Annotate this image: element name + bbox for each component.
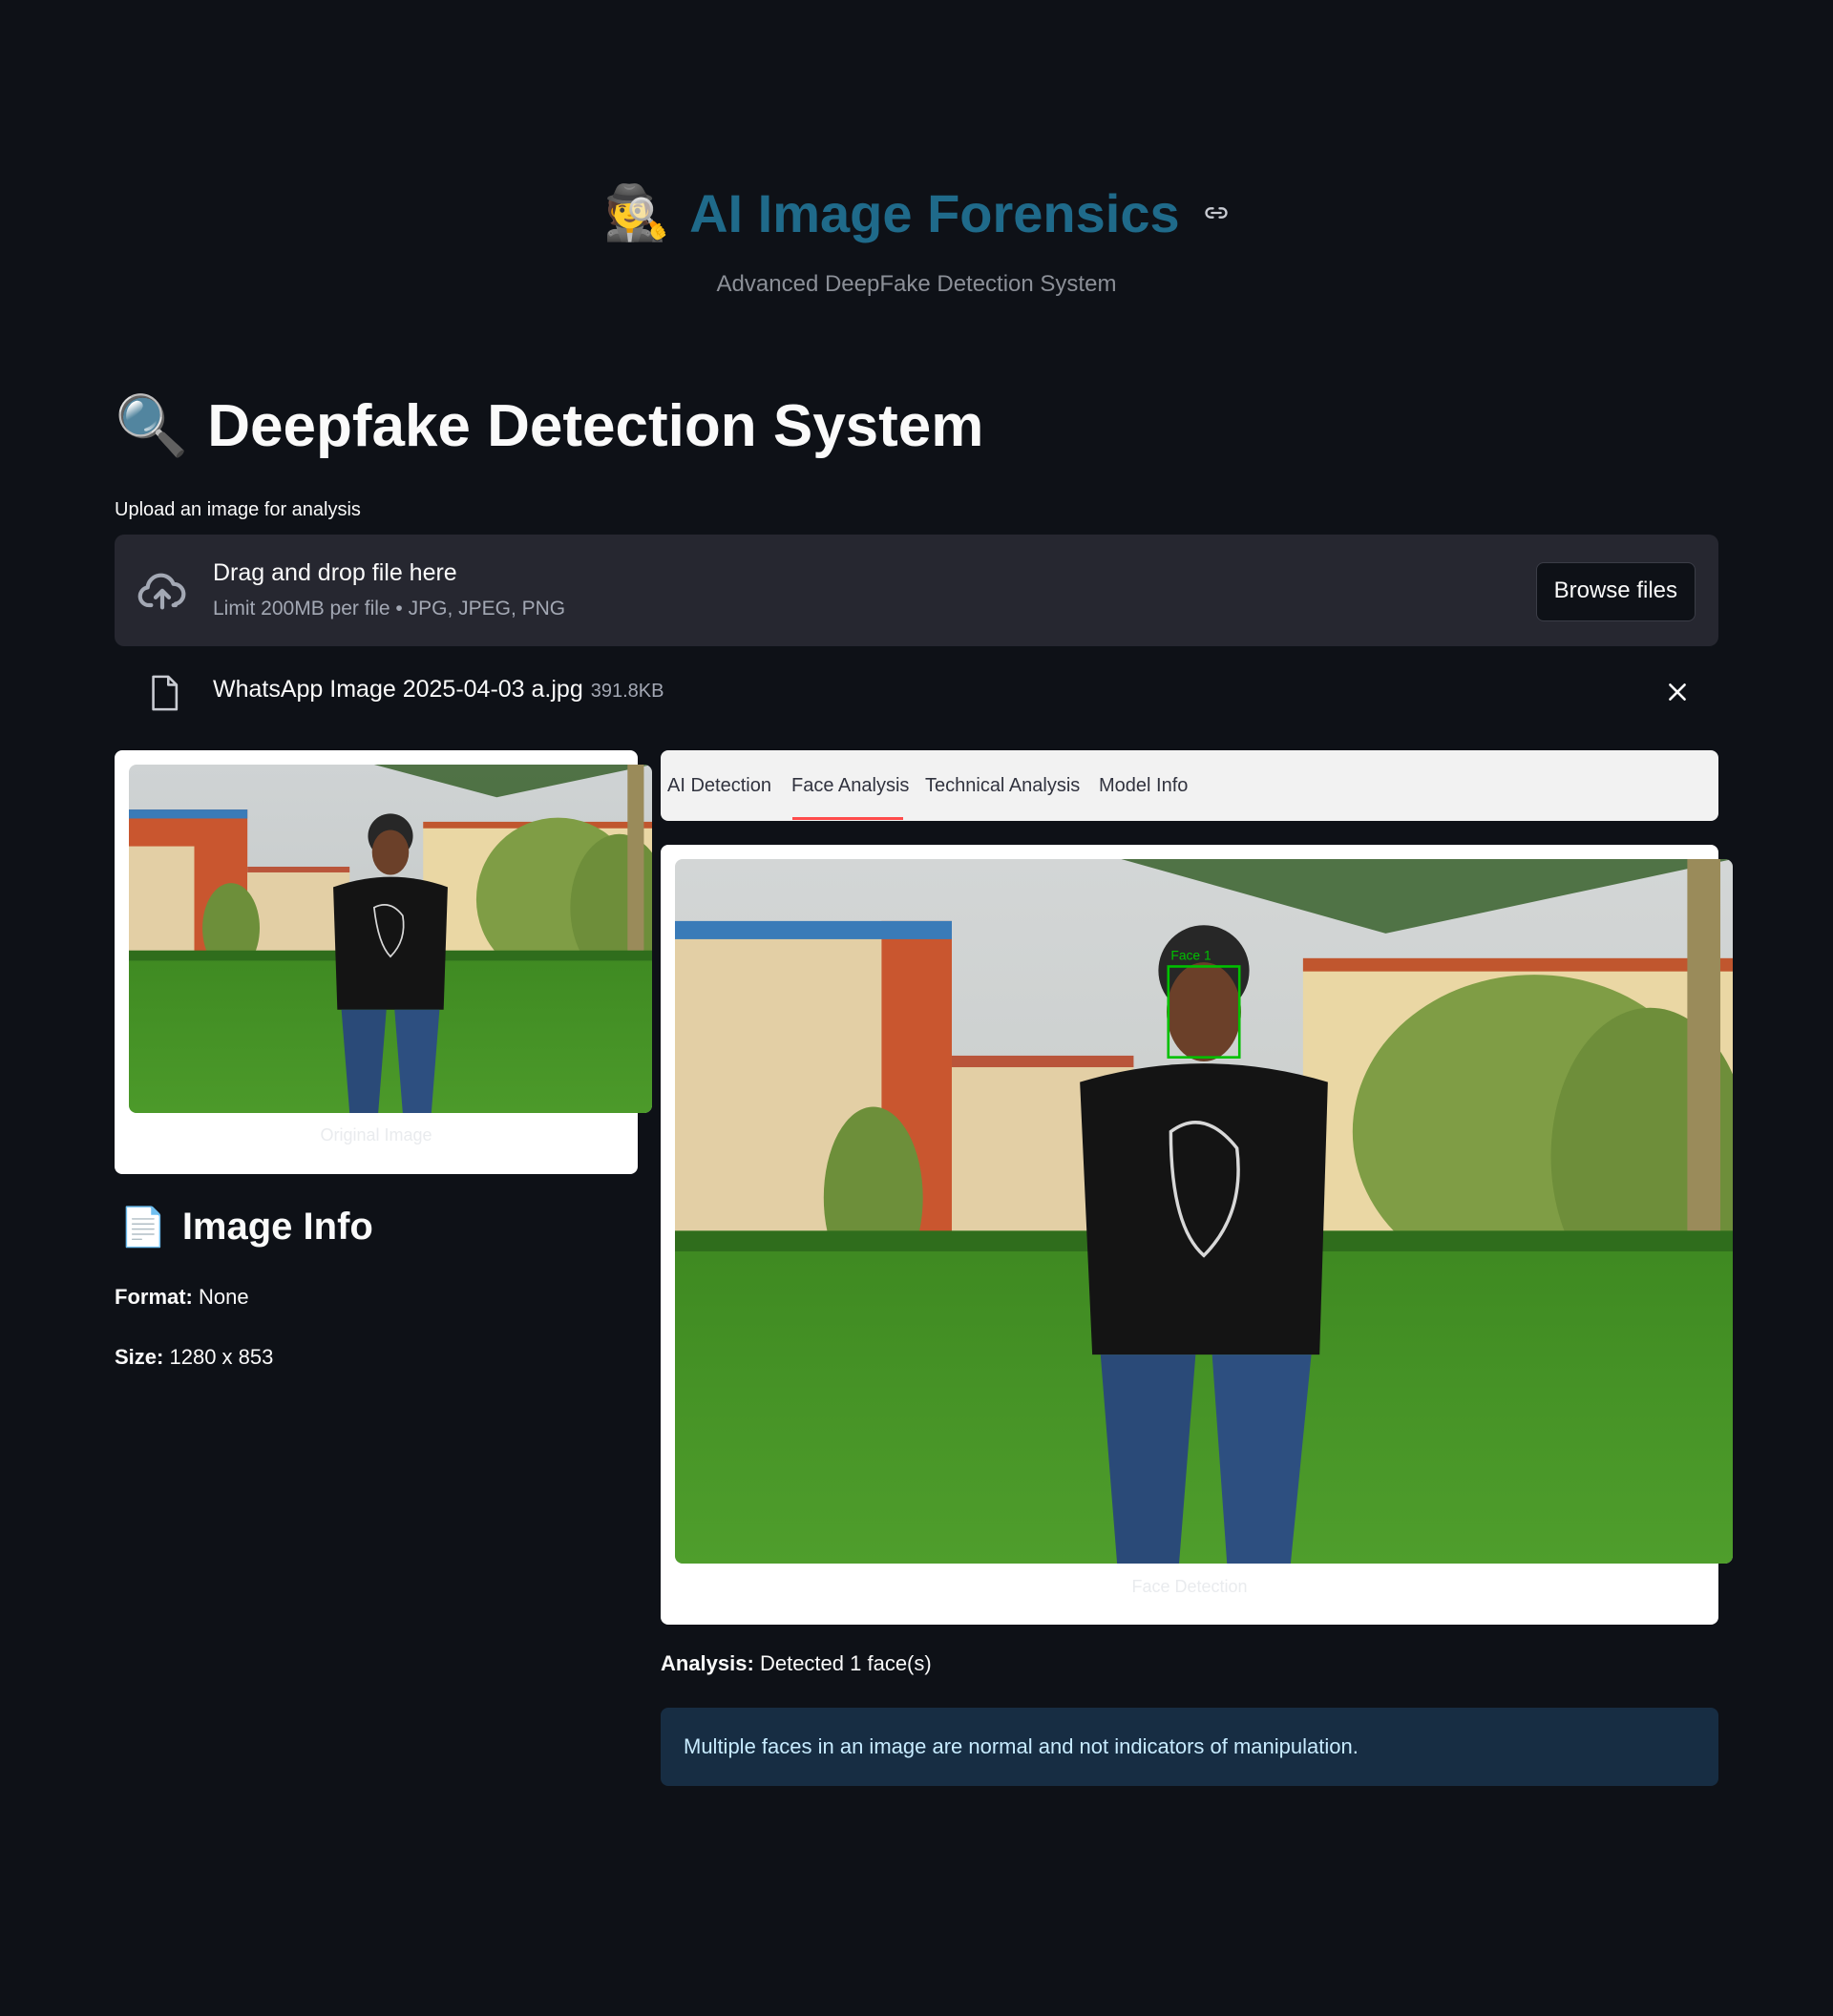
file-size: 391.8KB (590, 681, 664, 702)
info-alert-text: Multiple faces in an image are normal an… (684, 1734, 1359, 1758)
dropzone-title: Drag and drop file here (213, 559, 457, 586)
face-detection-caption: Face Detection (1131, 1577, 1248, 1596)
remove-file-icon[interactable] (1665, 680, 1690, 704)
original-image-caption: Original Image (320, 1125, 432, 1144)
app-title: 🕵️ AI Image Forensics (603, 181, 1229, 244)
face-detection-image: Face 1 (675, 859, 1733, 1564)
format-label: Format: (115, 1285, 193, 1309)
uploaded-file-row: WhatsApp Image 2025-04-03 a.jpg 391.8KB (115, 668, 1718, 716)
browse-files-button[interactable]: Browse files (1535, 562, 1696, 621)
info-alert: Multiple faces in an image are normal an… (661, 1708, 1718, 1786)
app-title-text: AI Image Forensics (689, 182, 1180, 243)
size-line: Size: 1280 x 853 (115, 1345, 273, 1370)
tab-technical-analysis[interactable]: Technical Analysis (925, 775, 1080, 821)
original-image-card: Original Image (115, 750, 652, 1174)
face-box-label: Face 1 (1170, 948, 1211, 963)
app-subtitle: Advanced DeepFake Detection System (716, 271, 1117, 297)
file-name-wrap: WhatsApp Image 2025-04-03 a.jpg 391.8KB (213, 676, 664, 704)
format-value: None (199, 1285, 249, 1309)
upload-label: Upload an image for analysis (115, 499, 361, 520)
analysis-value: Detected 1 face(s) (759, 1651, 932, 1675)
cloud-upload-icon (137, 573, 186, 610)
analysis-tabs: AI Detection Face Analysis Technical Ana… (661, 750, 1718, 821)
document-icon: 📄 (119, 1207, 167, 1249)
detective-icon: 🕵️ (603, 182, 671, 242)
analysis-line: Analysis: Detected 1 face(s) (661, 1651, 932, 1676)
app-header: 🕵️ AI Image Forensics Advanced DeepFake … (0, 181, 1833, 298)
analysis-label: Analysis: (661, 1651, 754, 1675)
anchor-link-icon[interactable] (1203, 200, 1230, 226)
file-dropzone[interactable]: Drag and drop file here Limit 200MB per … (115, 535, 1718, 646)
page-title-text: Deepfake Detection System (207, 393, 984, 459)
app-page: 🕵️ AI Image Forensics Advanced DeepFake … (0, 0, 1833, 2016)
active-tab-indicator (792, 817, 903, 820)
format-line: Format: None (115, 1285, 249, 1310)
file-name: WhatsApp Image 2025-04-03 a.jpg (213, 676, 583, 703)
image-info-title: Image Info (181, 1206, 373, 1248)
file-icon (152, 675, 179, 711)
dropzone-limits: Limit 200MB per file • JPG, JPEG, PNG (213, 598, 566, 620)
tab-ai-detection[interactable]: AI Detection (667, 775, 771, 821)
tab-model-info[interactable]: Model Info (1099, 775, 1188, 821)
face-detection-card: Face 1 Face Detection (661, 845, 1733, 1625)
size-label: Size: (115, 1345, 164, 1369)
original-image (129, 765, 652, 1113)
image-info-heading: 📄 Image Info (119, 1205, 373, 1250)
magnifier-icon: 🔍 (115, 393, 189, 459)
tab-face-analysis[interactable]: Face Analysis (791, 775, 909, 821)
page-title: 🔍 Deepfake Detection System (115, 391, 983, 461)
size-value: 1280 x 853 (169, 1345, 274, 1369)
